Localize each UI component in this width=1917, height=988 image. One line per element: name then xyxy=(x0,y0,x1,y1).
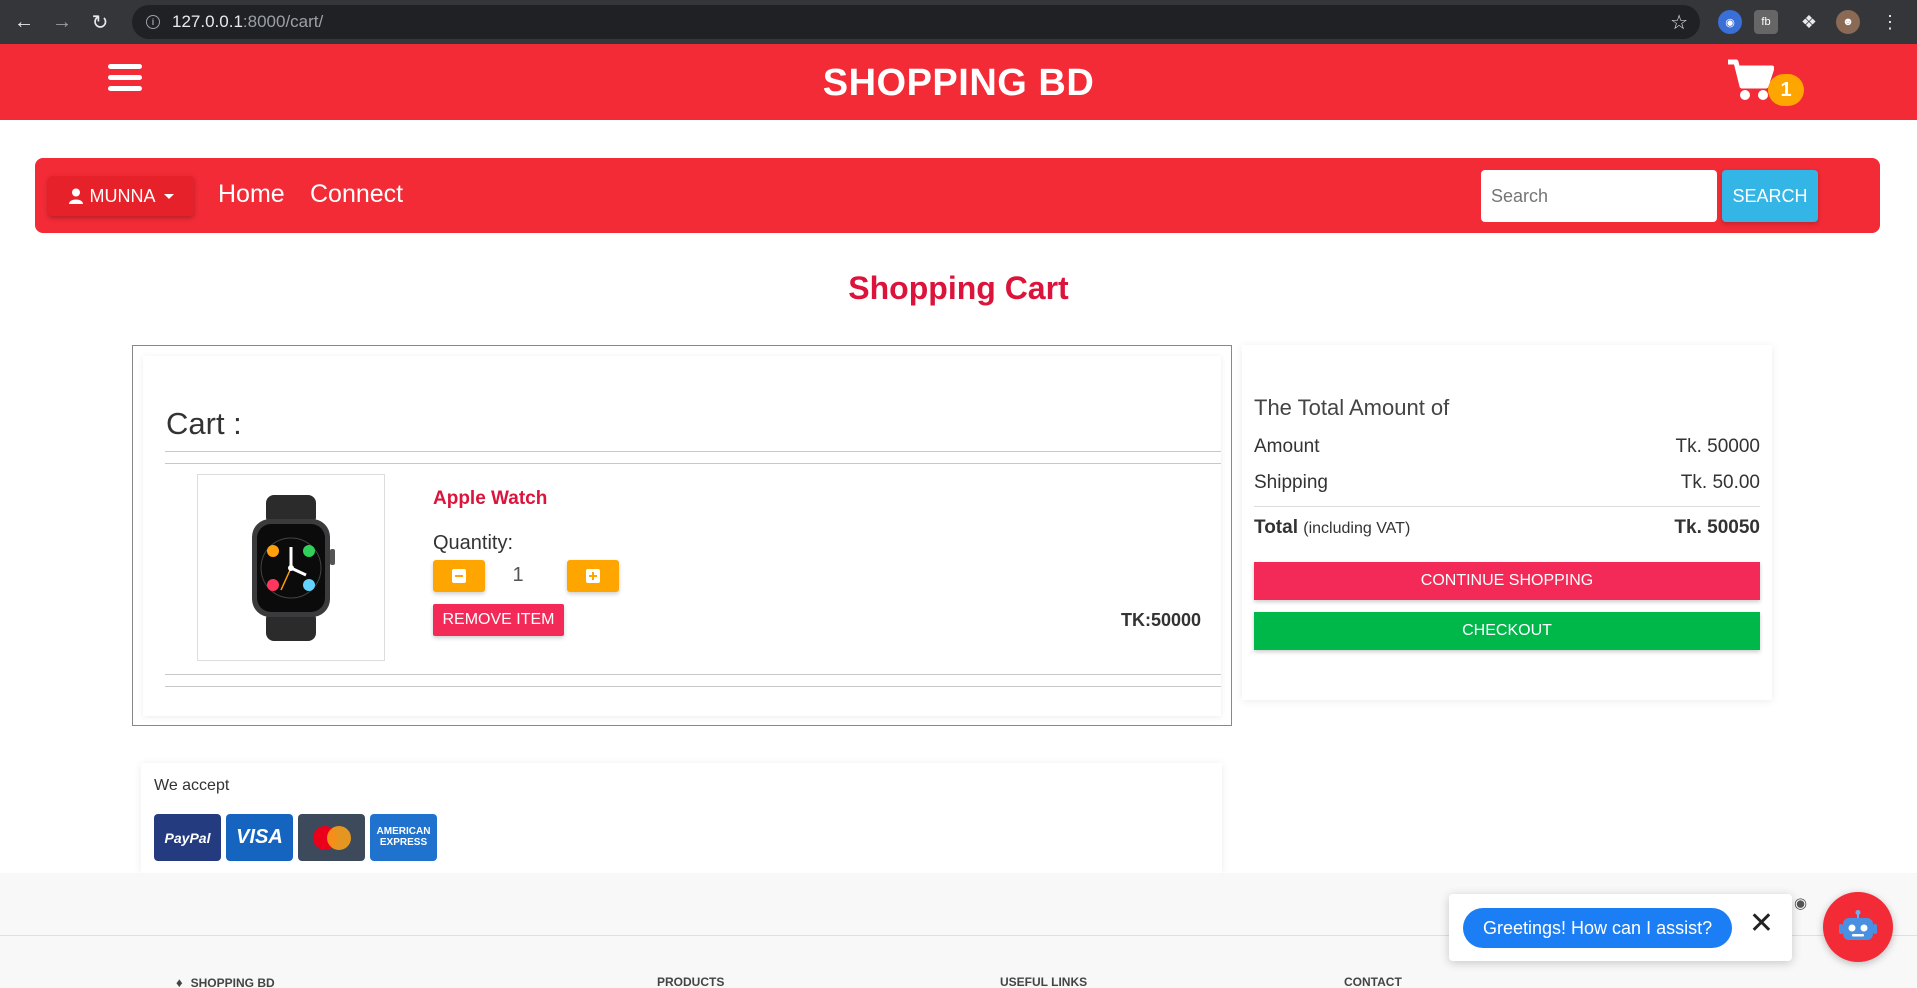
gem-icon: ♦ xyxy=(176,975,183,988)
main-navbar: MUNNA Home Connect SEARCH xyxy=(35,158,1880,233)
shipping-value: Tk. 50.00 xyxy=(1680,472,1760,493)
address-bar[interactable]: i 127.0.0.1:8000/cart/ ☆ xyxy=(132,5,1700,39)
cart-count-badge: 1 xyxy=(1768,74,1804,106)
fb-extension-icon[interactable]: fb xyxy=(1754,10,1778,34)
product-name[interactable]: Apple Watch xyxy=(433,488,547,510)
watch-icon xyxy=(252,494,335,641)
summary-shipping-row: Shipping Tk. 50.00 xyxy=(1254,472,1760,494)
extension-icon[interactable]: ◉ xyxy=(1718,10,1742,34)
checkout-button[interactable]: CHECKOUT xyxy=(1254,612,1760,650)
user-icon xyxy=(68,188,83,204)
user-dropdown-button[interactable]: MUNNA xyxy=(48,176,194,216)
total-value: Tk. 50050 xyxy=(1674,517,1760,538)
cart-heading: Cart : xyxy=(166,406,242,441)
divider xyxy=(165,674,1221,675)
forward-icon[interactable]: → xyxy=(48,8,76,36)
site-info-icon[interactable]: i xyxy=(146,15,160,29)
menu-dots-icon[interactable]: ⋮ xyxy=(1878,10,1902,34)
summary-amount-row: Amount Tk. 50000 xyxy=(1254,436,1760,458)
reload-icon[interactable]: ↻ xyxy=(86,8,114,36)
url-path: :8000/cart/ xyxy=(242,12,324,31)
profile-avatar[interactable]: ☻ xyxy=(1836,10,1860,34)
footer-col-products: PRODUCTS xyxy=(657,975,725,988)
summary-total-row: Total (including VAT) Tk. 50050 xyxy=(1254,517,1760,539)
continue-shopping-button[interactable]: CONTINUE SHOPPING xyxy=(1254,562,1760,600)
plus-square-icon xyxy=(586,569,600,583)
visa-card-icon: VISA xyxy=(226,814,293,861)
browser-toolbar: ← → ↻ i 127.0.0.1:8000/cart/ ☆ ◉ fb ❖ ☻ … xyxy=(0,0,1917,44)
line-item-price: TK:50000 xyxy=(1120,610,1201,630)
divider xyxy=(1254,506,1760,507)
amount-value: Tk. 50000 xyxy=(1675,436,1761,457)
divider xyxy=(165,686,1221,687)
page-title: Shopping Cart xyxy=(848,270,1069,306)
brand-title: SHOPPING BD xyxy=(822,62,1095,104)
site-header: SHOPPING BD 1 xyxy=(0,44,1917,120)
search-input[interactable] xyxy=(1481,170,1717,222)
mastercard-card-icon xyxy=(298,814,365,861)
paypal-card-icon: PayPal xyxy=(154,814,221,861)
caret-down-icon xyxy=(163,193,174,199)
amount-label: Amount xyxy=(1254,436,1320,457)
total-label: Total xyxy=(1254,517,1298,538)
chat-greeting-message[interactable]: Greetings! How can I assist? xyxy=(1463,908,1733,948)
hamburger-icon[interactable] xyxy=(108,64,142,94)
robot-icon xyxy=(1839,910,1877,940)
amex-card-icon: AMERICAN EXPRESS xyxy=(370,814,437,861)
order-summary: The Total Amount of Amount Tk. 50000 Shi… xyxy=(1242,345,1772,700)
url-host: 127.0.0.1 xyxy=(172,12,243,31)
quantity-value[interactable]: 1 xyxy=(505,564,531,587)
footer-col-brand: ♦ SHOPPING BD xyxy=(176,975,275,988)
shipping-label: Shipping xyxy=(1254,472,1328,493)
nav-link-home[interactable]: Home xyxy=(218,180,285,209)
payment-methods: We accept PayPal VISA AMERICAN EXPRESS xyxy=(141,763,1222,873)
footer-col-contact: CONTACT xyxy=(1344,975,1402,988)
search-button[interactable]: SEARCH xyxy=(1722,170,1818,222)
remove-item-button[interactable]: REMOVE ITEM xyxy=(433,604,564,636)
minus-square-icon xyxy=(452,569,466,583)
divider xyxy=(165,463,1221,464)
puzzle-icon[interactable]: ❖ xyxy=(1797,10,1821,34)
divider xyxy=(165,451,1221,452)
cart-icon[interactable] xyxy=(1726,58,1775,107)
summary-title: The Total Amount of xyxy=(1254,395,1450,420)
product-image-apple-watch[interactable] xyxy=(197,474,385,661)
cart-panel: Cart : Apple Watch Quantity: 1 REMOVE IT… xyxy=(132,345,1232,726)
cart-card: Cart : Apple Watch Quantity: 1 REMOVE IT… xyxy=(143,356,1221,716)
quantity-label: Quantity: xyxy=(433,532,514,554)
bookmark-star-icon[interactable]: ☆ xyxy=(1670,10,1688,35)
nav-link-connect[interactable]: Connect xyxy=(310,180,403,209)
decrease-quantity-button[interactable] xyxy=(433,560,485,592)
we-accept-label: We accept xyxy=(154,777,230,794)
increase-quantity-button[interactable] xyxy=(567,560,619,592)
close-icon[interactable]: ✕ xyxy=(1749,906,1774,941)
chat-popup: Greetings! How can I assist? ✕ xyxy=(1449,894,1792,961)
back-icon[interactable]: ← xyxy=(10,8,38,36)
user-name: MUNNA xyxy=(89,185,156,206)
total-note: (including VAT) xyxy=(1303,520,1411,537)
footer-col-useful-links: USEFUL LINKS xyxy=(1000,975,1088,988)
chatbot-launcher-button[interactable] xyxy=(1823,892,1893,962)
instagram-icon[interactable]: ◉ xyxy=(1794,894,1807,912)
